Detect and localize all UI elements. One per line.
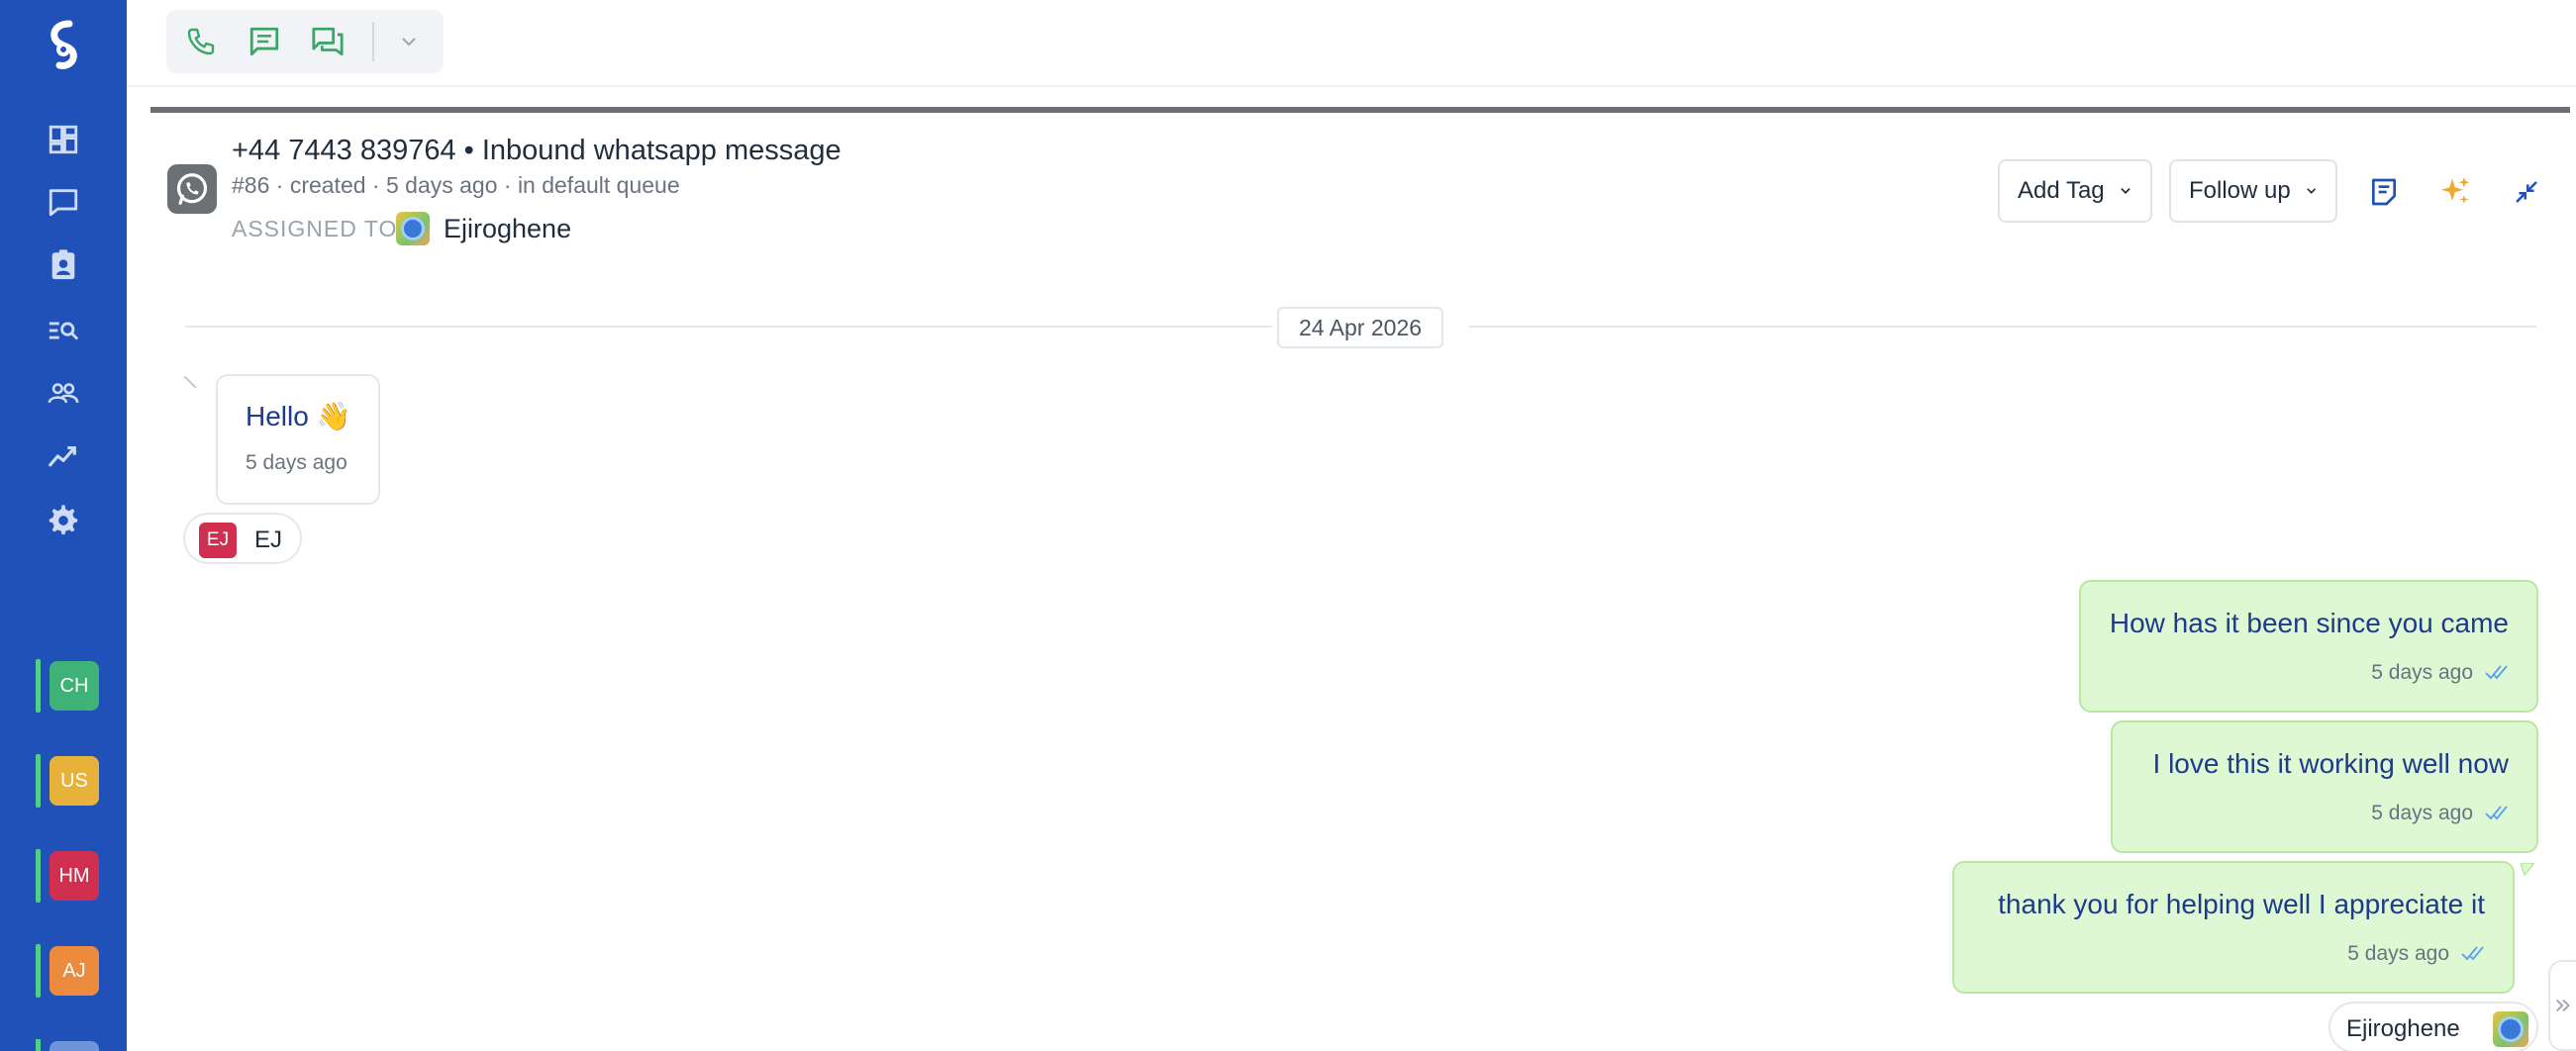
whatsapp-icon [167,164,217,214]
message-text: How has it been since you came [2109,608,2509,638]
inbox-item-hm[interactable]: HM [36,849,101,903]
assignee-avatar[interactable] [396,212,430,245]
message-time: 5 days ago [2371,802,2473,824]
sender-name: EJ [254,526,283,553]
message-bubble-outgoing[interactable]: thank you for helping well I appreciate … [1952,861,2515,994]
search-list-icon[interactable] [46,313,81,348]
chat-icon[interactable] [46,184,81,220]
message-bubble-incoming[interactable]: Hello 👋 5 days ago [216,374,380,505]
team-icon[interactable] [46,375,81,411]
follow-up-button[interactable]: Follow up [2169,159,2337,223]
channel-actions [166,10,444,73]
message-time: 5 days ago [246,451,347,474]
notes-icon[interactable] [2362,170,2406,214]
assignee-name[interactable]: Ejiroghene [444,214,571,244]
message-bubble-outgoing[interactable]: I love this it working well now 5 days a… [2111,720,2538,853]
double-chevron-right-icon [2555,999,2570,1012]
read-receipt-icon [2485,806,2508,820]
toolbar-divider [372,22,374,61]
inbox-badge: CH [50,661,99,711]
inbox-badge: HM [50,851,99,901]
message-time: 5 days ago [2371,661,2473,684]
date-divider-right [1469,326,2536,328]
follow-up-label: Follow up [2189,177,2291,204]
inbox-item-us[interactable]: US [36,754,101,808]
chevron-down-icon [2306,188,2316,194]
bubble-tail [184,376,197,389]
conversation-panel: +44 7443 839764 • Inbound whatsapp messa… [150,107,2570,1051]
contacts-icon[interactable] [46,247,81,283]
message-icon[interactable] [244,22,285,61]
minimize-icon[interactable] [2505,170,2548,214]
message-time: 5 days ago [2347,942,2449,965]
active-indicator [36,754,41,808]
chevron-down-icon[interactable] [388,22,430,61]
sender-chip-outgoing[interactable]: Ejiroghene [2328,1002,2538,1051]
sender-avatar: EJ [199,523,237,558]
conversation-icon[interactable] [307,22,348,61]
brand-logo[interactable] [40,20,87,71]
sidebar: CH US HM AJ [0,0,127,1051]
active-indicator [36,659,41,713]
assigned-to-label: ASSIGNED TO [232,216,398,241]
sender-chip-incoming[interactable]: EJ EJ [183,513,302,564]
top-toolbar [127,0,2576,87]
phone-icon[interactable] [180,22,222,61]
sender-name: Ejiroghene [2346,1015,2460,1042]
active-indicator [36,944,41,998]
message-text: I love this it working well now [2152,748,2509,779]
dashboard-icon[interactable] [46,122,81,157]
date-divider-left [185,326,1272,328]
sender-avatar [2493,1011,2528,1047]
add-tag-button[interactable]: Add Tag [1998,159,2152,223]
read-receipt-icon [2461,946,2484,961]
bubble-tail [2521,863,2534,877]
expand-panel-handle[interactable] [2548,960,2576,1051]
app-root: CH US HM AJ +44 7443 839764 • Inbound wh… [0,0,2576,1051]
inbox-badge: AJ [50,946,99,996]
analytics-icon[interactable] [46,438,81,474]
inbox-item-aj[interactable]: AJ [36,944,101,998]
message-text: thank you for helping well I appreciate … [1998,889,2485,919]
gear-icon[interactable] [46,503,81,538]
add-tag-label: Add Tag [2018,177,2105,204]
conversation-title: +44 7443 839764 • Inbound whatsapp messa… [232,135,842,166]
message-text: Hello 👋 [246,401,351,431]
conversation-meta: #86 · created · 5 days ago · in default … [232,172,680,198]
inbox-item-ch[interactable]: CH [36,659,101,713]
date-separator: 24 Apr 2026 [1277,307,1443,348]
chevron-down-icon [2120,188,2130,194]
message-bubble-outgoing[interactable]: How has it been since you came 5 days ag… [2079,580,2538,713]
read-receipt-icon [2485,665,2508,680]
ai-sparkle-icon[interactable] [2433,170,2477,214]
inbox-item-partial[interactable] [36,1039,101,1051]
active-indicator [36,849,41,903]
panel-top-border [150,107,2570,113]
inbox-badge: US [50,756,99,806]
